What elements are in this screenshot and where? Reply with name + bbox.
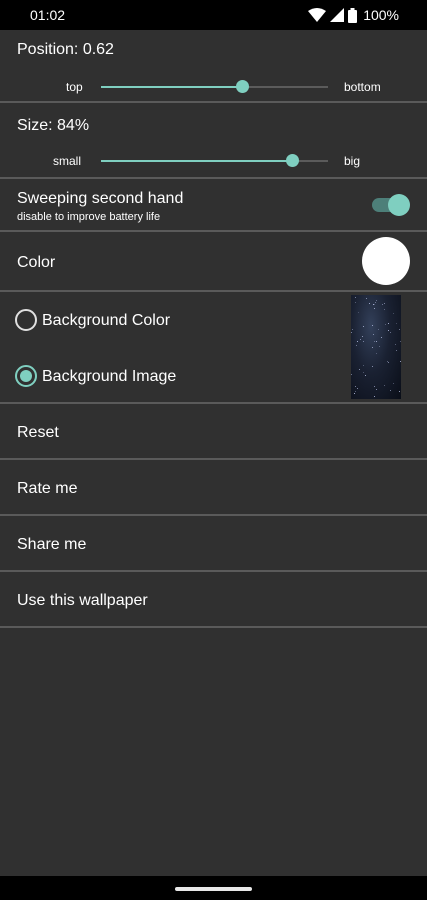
- use-wallpaper-item[interactable]: Use this wallpaper: [0, 572, 427, 626]
- home-gesture-handle[interactable]: [175, 887, 252, 891]
- background-image-label: Background Image: [42, 368, 177, 385]
- color-setting[interactable]: Color: [0, 232, 427, 290]
- position-label: Position: 0.62: [17, 41, 114, 58]
- sweeping-title: Sweeping second hand: [17, 190, 184, 207]
- background-color-label: Background Color: [42, 312, 171, 329]
- signal-icon: [330, 8, 345, 22]
- background-image-thumbnail[interactable]: [351, 295, 401, 399]
- size-min-label: small: [53, 154, 82, 168]
- divider: [0, 290, 427, 292]
- sweeping-subtitle: disable to improve battery life: [17, 211, 161, 223]
- status-bar: 01:02 100%: [0, 0, 427, 30]
- sweeping-toggle[interactable]: [370, 193, 410, 217]
- wifi-icon: [308, 8, 327, 22]
- toggle-knob: [388, 194, 410, 216]
- size-slider[interactable]: [101, 154, 328, 168]
- position-slider-fill: [101, 86, 242, 88]
- share-item[interactable]: Share me: [0, 516, 427, 570]
- sweeping-setting[interactable]: Sweeping second hand disable to improve …: [0, 179, 427, 230]
- status-time: 01:02: [30, 7, 66, 23]
- divider: [0, 626, 427, 628]
- color-swatch[interactable]: [362, 237, 410, 285]
- size-label: Size: 84%: [17, 117, 90, 134]
- size-slider-fill: [101, 160, 292, 162]
- reset-item[interactable]: Reset: [0, 404, 427, 458]
- position-slider[interactable]: [101, 80, 328, 94]
- rate-label: Rate me: [17, 480, 78, 497]
- background-image-radio[interactable]: [15, 365, 37, 387]
- position-slider-thumb[interactable]: [235, 80, 249, 93]
- use-wallpaper-label: Use this wallpaper: [17, 592, 148, 609]
- divider: [0, 101, 427, 103]
- battery-icon: [348, 7, 358, 23]
- share-label: Share me: [17, 536, 87, 553]
- color-label: Color: [17, 254, 56, 271]
- background-color-radio[interactable]: [15, 309, 37, 331]
- position-max-label: bottom: [344, 80, 381, 94]
- reset-label: Reset: [17, 424, 59, 441]
- position-min-label: top: [66, 80, 83, 94]
- status-icons: 100%: [308, 6, 399, 24]
- rate-item[interactable]: Rate me: [0, 460, 427, 514]
- navigation-bar: [0, 876, 427, 900]
- battery-percentage: 100%: [363, 7, 399, 23]
- size-max-label: big: [344, 154, 361, 168]
- size-slider-thumb[interactable]: [285, 154, 299, 167]
